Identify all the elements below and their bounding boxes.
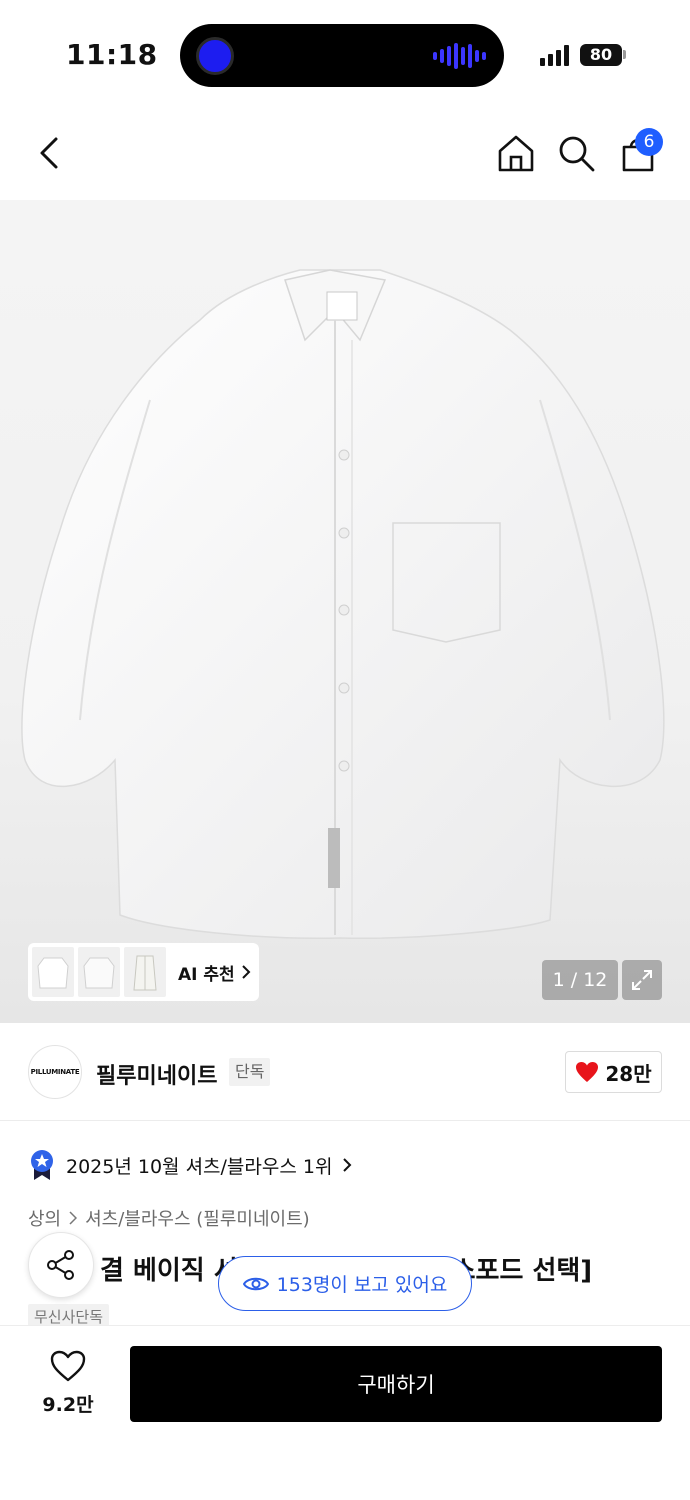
home-icon[interactable] <box>493 130 539 176</box>
thumbnail-1[interactable] <box>32 947 74 997</box>
heart-outline-icon <box>50 1350 86 1382</box>
dynamic-island <box>180 24 504 87</box>
viewers-text: 153명이 보고 있어요 <box>276 1274 448 1296</box>
search-icon[interactable] <box>553 130 599 176</box>
thumbnail-2[interactable] <box>78 947 120 997</box>
battery-tip <box>623 50 626 59</box>
brand-logo[interactable]: PILLUMINATE <box>28 1045 82 1099</box>
medal-icon <box>28 1149 56 1181</box>
wishlist-count: 9.2만 <box>42 1394 94 1416</box>
breadcrumb-level1[interactable]: 상의 <box>28 1205 61 1231</box>
back-icon[interactable] <box>26 130 72 176</box>
breadcrumb-level2[interactable]: 셔츠/블라우스 (필루미네이트) <box>85 1205 310 1231</box>
exclusive-tag: 단독 <box>229 1058 271 1086</box>
shirt-image <box>21 269 665 939</box>
signal-icon <box>540 44 569 66</box>
audio-wave-icon <box>433 42 486 70</box>
chevron-right-icon <box>241 965 251 979</box>
ranking-link[interactable]: 2025년 10월 셔츠/블라우스 1위 <box>28 1148 352 1182</box>
share-icon <box>47 1250 74 1280</box>
brand-logo-text: PILLUMINATE <box>30 1068 80 1076</box>
ai-recommend-label: AI 추천 <box>178 964 235 985</box>
status-bar: 11:18 80 <box>0 0 690 110</box>
thumbnail-strip[interactable]: AI 추천 <box>28 943 259 1001</box>
heart-filled-icon <box>576 1062 599 1082</box>
ai-recommend-link[interactable]: AI 추천 <box>178 960 251 985</box>
battery-icon: 80 <box>580 44 622 66</box>
brand-row: PILLUMINATE 필루미네이트 단독 28만 <box>0 1023 690 1121</box>
brand-like-button[interactable]: 28만 <box>565 1051 662 1093</box>
expand-icon[interactable] <box>622 960 662 1000</box>
top-nav <box>0 110 690 200</box>
breadcrumb: 상의 셔츠/블라우스 (필루미네이트) <box>28 1205 310 1231</box>
chevron-right-icon <box>69 1211 78 1225</box>
product-image[interactable] <box>0 200 690 1023</box>
share-button[interactable] <box>28 1232 94 1298</box>
chevron-right-icon <box>343 1158 352 1172</box>
brand-name[interactable]: 필루미네이트 <box>96 1058 217 1090</box>
image-counter: 1 / 12 <box>542 960 618 1000</box>
bottom-action-bar: 9.2만 구매하기 <box>0 1325 690 1500</box>
buy-button[interactable]: 구매하기 <box>130 1346 662 1422</box>
thumbnail-3[interactable] <box>124 947 166 997</box>
eye-icon <box>242 1277 269 1290</box>
brand-like-count: 28만 <box>605 1061 652 1086</box>
cart-count-badge: 6 <box>635 128 663 156</box>
wishlist-button[interactable]: 9.2만 <box>28 1350 108 1417</box>
viewers-pill: 153명이 보고 있어요 <box>218 1256 472 1311</box>
status-time: 11:18 <box>66 38 158 71</box>
ranking-text: 2025년 10월 셔츠/블라우스 1위 <box>66 1155 333 1178</box>
island-activity-icon <box>196 37 234 75</box>
